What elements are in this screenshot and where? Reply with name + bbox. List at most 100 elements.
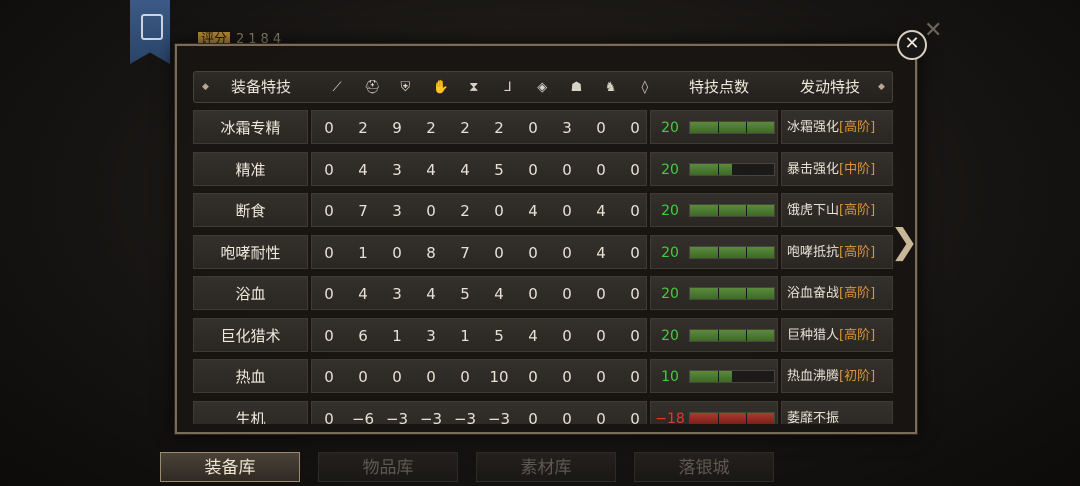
activate-header: 发动特技 (799, 78, 860, 96)
slot-value: 0 (596, 160, 606, 179)
slot-value: 0 (324, 202, 334, 220)
skill-tier: [高阶] (839, 327, 876, 343)
slot-value: −3 (487, 409, 511, 425)
slot-value: 0 (596, 368, 606, 386)
points-bar (689, 162, 775, 176)
bar-divider (718, 122, 719, 133)
slot-value: 0 (596, 119, 606, 137)
slot-value: −3 (453, 409, 477, 425)
skill-points: 20 (650, 110, 778, 144)
skill-row[interactable]: 咆哮耐性 0 1 0 8 7 0 0 0 4 0 20 咆哮抵抗[高阶] (193, 234, 893, 269)
points-bar-fill (690, 371, 732, 382)
slot-value: 0 (392, 368, 402, 386)
skill-row[interactable]: 精准 0 4 3 4 4 5 0 0 0 0 20 暴击强化[中阶] (193, 151, 893, 186)
arm-icon: ✋ (432, 80, 449, 95)
slot-value: 0 (528, 285, 538, 303)
slot-values: 0 4 3 4 5 4 0 0 0 0 (311, 276, 647, 310)
points-bar-fill (690, 122, 774, 133)
activated-skill[interactable]: 萎靡不振 (781, 400, 893, 424)
activated-skill-name: 暴击强化 (787, 161, 840, 177)
activated-skill[interactable]: 咆哮抵抗[高阶] (781, 234, 893, 269)
slot-value: 0 (630, 160, 640, 179)
slot-value: 0 (562, 202, 572, 220)
header-title[interactable]: 装备特技 (216, 72, 306, 102)
tab-3[interactable]: 落银城 (634, 452, 774, 482)
close-button[interactable]: ✕ (897, 30, 927, 60)
bar-divider (718, 246, 719, 258)
skill-name: 生机 (193, 400, 308, 424)
slot-value: 4 (358, 285, 368, 303)
activated-skill-name: 热血沸腾 (787, 369, 840, 384)
slot-value: 0 (630, 368, 640, 386)
crystal-icon: ◊ (641, 80, 649, 95)
slot-value: 2 (494, 119, 504, 137)
guild-banner[interactable] (130, 0, 170, 64)
waist-icon: ⧗ (469, 80, 479, 95)
skill-panel: ◆ 装备特技 ⟋ ⛑ ⛨ ✋ ⧗ ⅃ ◈ ☗ ♞ ◊ 特技点数 发动特技 ◆ 冰霜专精 0 2 9 2 2 2… (175, 44, 917, 434)
bar-divider (746, 205, 747, 216)
slot-values: 0 4 3 4 4 5 0 0 0 0 (311, 151, 647, 186)
slot-values: 0 7 3 0 2 0 4 0 4 0 (311, 193, 647, 227)
tab-1[interactable]: 物品库 (318, 452, 458, 482)
skill-name: 巨化猎术 (193, 317, 308, 352)
skill-name: 冰霜专精 (193, 110, 308, 144)
activated-skill[interactable]: 冰霜强化[高阶] (781, 110, 893, 144)
skill-name: 咆哮耐性 (193, 234, 308, 269)
sort-right-icon[interactable]: ◆ (878, 72, 885, 102)
slot-value: 5 (460, 285, 470, 303)
slot-value: 2 (426, 119, 436, 137)
skill-row[interactable]: 断食 0 7 3 0 2 0 4 0 4 0 20 饿虎下山[高阶] (193, 193, 893, 227)
slot-values: 0 −6 −3 −3 −3 −3 0 0 0 0 (311, 400, 647, 425)
bar-divider (718, 205, 719, 216)
skill-points: 20 (650, 193, 778, 227)
sort-left-icon[interactable]: ◆ (202, 72, 209, 102)
slot-value: 9 (392, 119, 402, 137)
activated-skill[interactable]: 巨种猎人[高阶] (781, 317, 893, 352)
skill-name: 精准 (193, 151, 308, 186)
points-bar-fill (690, 163, 732, 175)
slot-value: 6 (358, 326, 368, 345)
slot-value: 0 (426, 202, 436, 220)
slot-value: 4 (596, 243, 606, 262)
tab-0[interactable]: 装备库 (160, 452, 300, 482)
slot-value: 1 (392, 326, 402, 345)
activated-skill-name: 咆哮抵抗 (787, 244, 840, 260)
slot-value: 0 (324, 326, 334, 345)
slot-value: 8 (426, 243, 436, 262)
points-bar-fill (690, 205, 774, 216)
bar-divider (746, 371, 747, 382)
points-value: 20 (661, 161, 679, 178)
activated-skill[interactable]: 饿虎下山[高阶] (781, 193, 893, 227)
skill-row[interactable]: 浴血 0 4 3 4 5 4 0 0 0 0 20 浴血奋战[高阶] (193, 276, 893, 310)
slot-value: 2 (460, 119, 470, 137)
skill-table: ◆ 装备特技 ⟋ ⛑ ⛨ ✋ ⧗ ⅃ ◈ ☗ ♞ ◊ 特技点数 发动特技 ◆ 冰霜专精 0 2 9 2 2 2… (193, 68, 899, 424)
slot-value: 0 (324, 368, 334, 386)
points-value: 20 (661, 327, 679, 344)
slot-values: 0 2 9 2 2 2 0 3 0 0 (311, 110, 647, 144)
points-value: 20 (661, 203, 679, 219)
activated-skill[interactable]: 浴血奋战[高阶] (781, 276, 893, 310)
slot-value: 0 (562, 368, 572, 386)
skill-row[interactable]: 冰霜专精 0 2 9 2 2 2 0 3 0 0 20 冰霜强化[高阶] (193, 110, 893, 144)
skill-row[interactable]: 生机 0 −6 −3 −3 −3 −3 0 0 0 0 −18 萎靡不振 (193, 400, 893, 425)
slot-value: 0 (324, 243, 334, 262)
points-value: 10 (661, 369, 679, 385)
skill-tier: [高阶] (839, 120, 876, 135)
slot-value: 0 (460, 368, 470, 386)
slot-value: 2 (358, 119, 368, 137)
tab-2[interactable]: 素材库 (476, 452, 616, 482)
bar-divider (746, 122, 747, 133)
activated-skill[interactable]: 热血沸腾[初阶] (781, 359, 893, 393)
slot-value: 0 (596, 409, 606, 425)
slot-value: 0 (596, 285, 606, 303)
next-page-arrow-icon[interactable]: ❯ (890, 222, 919, 262)
slot-value: −3 (419, 409, 443, 425)
bar-divider (718, 288, 719, 299)
skill-row[interactable]: 热血 0 0 0 0 0 10 0 0 0 0 10 热血沸腾[初阶] (193, 359, 893, 393)
slot-value: 5 (494, 160, 504, 179)
activated-skill[interactable]: 暴击强化[中阶] (781, 151, 893, 186)
skill-row[interactable]: 巨化猎术 0 6 1 3 1 5 4 0 0 0 20 巨种猎人[高阶] (193, 317, 893, 352)
points-bar-fill (690, 329, 774, 341)
pet-icon: ☗ (570, 80, 583, 95)
points-bar (689, 411, 775, 424)
